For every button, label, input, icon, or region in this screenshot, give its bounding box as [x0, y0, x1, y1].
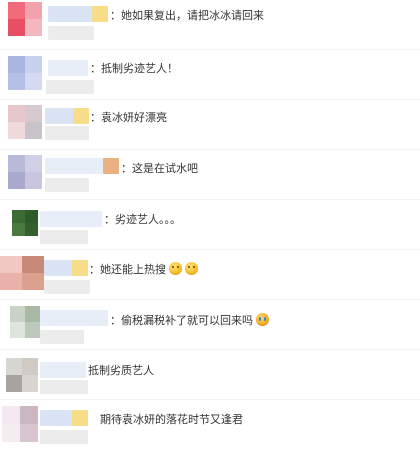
- avatar[interactable]: [6, 358, 38, 392]
- comment-item: 期待袁冰妍的落花时节又逢君: [0, 400, 420, 450]
- comment-meta-blur: [40, 230, 88, 244]
- avatar[interactable]: [8, 155, 42, 189]
- username-blur[interactable]: [44, 260, 72, 276]
- comment-item: ：她如果复出，请把冰冰请回来: [0, 0, 420, 50]
- thinking-face-icon: [185, 262, 198, 275]
- comment-meta-blur: [48, 26, 94, 40]
- verified-badge-blur: [72, 410, 88, 426]
- comment-item: ：袁冰妍好漂亮: [0, 100, 420, 150]
- thinking-face-icon: [169, 262, 182, 275]
- comment-text: ：她如果复出，请把冰冰请回来: [110, 9, 264, 22]
- username-blur[interactable]: [40, 410, 72, 426]
- username-blur[interactable]: [40, 211, 102, 227]
- username-blur[interactable]: [48, 6, 92, 22]
- comment-item: ：这是在试水吧: [0, 150, 420, 200]
- comment-text: 期待袁冰妍的落花时节又逢君: [100, 413, 243, 426]
- comment-meta-blur: [40, 380, 88, 394]
- comment-text: ：偷税漏税补了就可以回来吗: [110, 313, 269, 328]
- avatar[interactable]: [12, 210, 38, 236]
- verified-badge-blur: [72, 260, 88, 276]
- avatar[interactable]: [8, 56, 42, 90]
- comment-item: ：她还能上热搜: [0, 250, 420, 300]
- comment-meta-blur: [40, 330, 84, 344]
- verified-badge-blur: [73, 108, 89, 124]
- comment-text: ：抵制劣迹艺人！: [90, 62, 178, 75]
- comment-meta-blur: [45, 126, 89, 140]
- comment-text: 抵制劣质艺人: [88, 364, 154, 377]
- comment-item: ：劣迹艺人。。。: [0, 200, 420, 250]
- comment-text-content: ：偷税漏税补了就可以回来吗: [110, 314, 253, 327]
- comment-text: ：袁冰妍好漂亮: [90, 111, 167, 124]
- comment-text-content: ：她还能上热搜: [89, 263, 166, 276]
- avatar[interactable]: [2, 406, 38, 442]
- username-blur[interactable]: [40, 310, 108, 326]
- comment-item: 抵制劣质艺人: [0, 350, 420, 400]
- verified-badge-blur: [92, 6, 108, 22]
- comment-meta-blur: [46, 80, 94, 94]
- avatar[interactable]: [10, 306, 40, 338]
- comment-meta-blur: [40, 430, 88, 444]
- comment-text: ：劣迹艺人。。。: [104, 213, 181, 226]
- crying-face-icon: [256, 313, 269, 326]
- comment-meta-blur: [45, 178, 89, 192]
- username-blur[interactable]: [45, 108, 73, 124]
- comment-text: ：她还能上热搜: [89, 262, 198, 277]
- avatar[interactable]: [8, 2, 42, 36]
- comment-item: ：偷税漏税补了就可以回来吗: [0, 300, 420, 350]
- username-blur[interactable]: [45, 158, 103, 174]
- avatar[interactable]: [8, 105, 42, 139]
- comment-item: ：抵制劣迹艺人！: [0, 50, 420, 100]
- username-blur[interactable]: [48, 60, 88, 76]
- username-blur[interactable]: [40, 362, 86, 378]
- avatar[interactable]: [0, 256, 44, 290]
- verified-badge-blur: [103, 158, 119, 174]
- comment-meta-blur: [44, 280, 90, 294]
- comment-text: ：这是在试水吧: [121, 162, 198, 175]
